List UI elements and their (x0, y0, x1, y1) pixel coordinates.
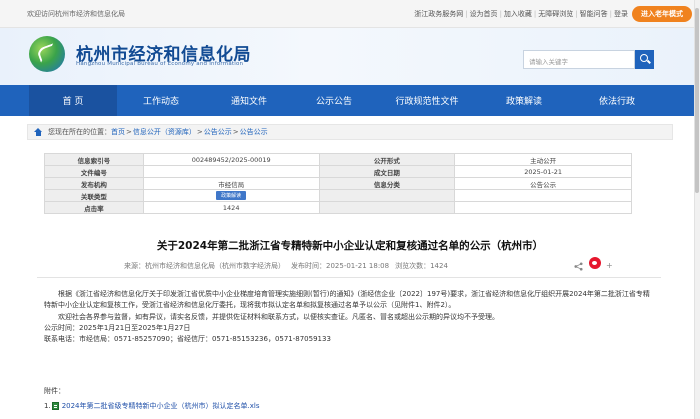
article-paragraph: 联系电话：市经信局：0571-85257090；省经信厅：0571-851532… (44, 335, 331, 344)
info-key: 成文日期 (318, 165, 456, 178)
search-input[interactable]: 请输入关键字 (523, 50, 635, 69)
breadcrumb-separator: > (196, 128, 203, 136)
excel-file-icon (51, 402, 59, 410)
article-paragraph: 公示时间：2025年1月21日至2025年1月27日 (44, 323, 191, 332)
more-share-icon[interactable]: + (606, 262, 613, 270)
breadcrumb-label: 您现在所在的位置： (48, 128, 111, 136)
info-key: 公开形式 (318, 153, 456, 166)
info-key: 发布机构 (44, 177, 144, 190)
nav-home[interactable]: 首 页 (29, 85, 117, 116)
attachment-item: 1. 2024年第二批省级专精特新中小企业（杭州市）拟认定名单.xls (44, 401, 259, 411)
site-subtitle: Hangzhou Municipal Bureau of Economy and… (76, 61, 244, 67)
link-smart-qa[interactable]: 智能问答 (580, 9, 608, 19)
nav-normative-docs[interactable]: 行政规范性文件 (375, 85, 479, 116)
divider (37, 277, 661, 278)
nav-notices[interactable]: 通知文件 (205, 85, 293, 116)
info-value: 政策解读 (142, 189, 320, 202)
table-row: 文件编号 成文日期 2025-01-21 (44, 165, 632, 178)
info-key: 信息索引号 (44, 153, 144, 166)
article-paragraph: 欢迎社会各界参与监督，如有异议，请实名反馈，并提供佐证材料和联系方式，以便核实查… (58, 312, 499, 321)
info-key: 信息分类 (318, 177, 456, 190)
article-title: 关于2024年第二批浙江省专精特新中小企业认定和复核通过名单的公示（杭州市） (156, 240, 544, 252)
article-paragraph: 根据《浙江省经济和信息化厅关于印发浙江省优质中小企业梯度培育管理实施细则(暂行)… (44, 290, 650, 310)
table-row: 发布机构 市经信局 信息分类 公告公示 (44, 177, 632, 190)
home-icon (34, 128, 42, 136)
search-icon-handle (647, 59, 651, 64)
article-meta: 来源：杭州市经济和信息化局（杭州市数字经济局） 发布时间：2025-01-21 … (124, 261, 448, 271)
scrollbar[interactable] (694, 0, 700, 419)
info-value: 1424 (142, 201, 320, 214)
info-key: 关联类型 (44, 189, 144, 202)
article-source: 来源：杭州市经济和信息化局（杭州市数字经济局） (124, 262, 285, 270)
link-add-favorite[interactable]: 加入收藏 (504, 9, 532, 19)
policy-interpretation-tag-button[interactable]: 政策解读 (216, 191, 247, 200)
info-value: 市经信局 (142, 177, 320, 190)
share-icon[interactable] (574, 262, 583, 271)
nav-policy-interpretation[interactable]: 政策解读 (479, 85, 569, 116)
nav-law-administration[interactable]: 依法行政 (569, 85, 665, 116)
top-utility-bar: 欢迎访问杭州市经济和信息化局 浙江政务服务网 | 设为首页 | 加入收藏 | 无… (0, 0, 700, 28)
top-links: 浙江政务服务网 | 设为首页 | 加入收藏 | 无障碍浏览 | 智能问答 | 登… (414, 5, 692, 22)
divider: | (609, 9, 612, 18)
info-table: 信息索引号 002489452/2025-00019 公开形式 主动公开 文件编… (44, 153, 632, 214)
info-key: 文件编号 (44, 165, 144, 178)
main-nav: 首 页 工作动态 通知文件 公示公告 行政规范性文件 政策解读 依法行政 (0, 85, 700, 116)
info-value (454, 189, 632, 202)
breadcrumb-separator: > (232, 128, 239, 136)
scrollbar-thumb[interactable] (695, 8, 699, 193)
link-set-homepage[interactable]: 设为首页 (470, 9, 498, 19)
breadcrumb-announcements-current[interactable]: 公告公示 (240, 127, 268, 137)
divider: | (533, 9, 537, 18)
info-value: 002489452/2025-00019 (142, 153, 320, 166)
article-body: 根据《浙江省经济和信息化厅关于印发浙江省优质中小企业梯度培育管理实施细则(暂行)… (44, 289, 654, 345)
info-key: 点击率 (44, 201, 144, 214)
breadcrumb-home[interactable]: 首页 (111, 127, 125, 137)
link-login[interactable]: 登录 (614, 9, 628, 19)
nav-announcements[interactable]: 公示公告 (293, 85, 375, 116)
site-logo-icon[interactable] (29, 36, 65, 72)
link-zhejiang-gov-service[interactable]: 浙江政务服务网 (414, 9, 463, 19)
breadcrumb-announcements[interactable]: 公告公示 (204, 127, 232, 137)
article-view-count: 浏览次数：1424 (395, 262, 448, 270)
info-key (318, 201, 456, 214)
attachment-index: 1. (44, 402, 51, 410)
breadcrumb-separator: > (126, 128, 132, 136)
nav-work-news[interactable]: 工作动态 (117, 85, 205, 116)
info-key (318, 189, 456, 202)
info-value (454, 201, 632, 214)
breadcrumb-info-open[interactable]: 信息公开（资源库） (133, 127, 196, 137)
attachments-label: 附件： (44, 387, 65, 395)
info-value: 主动公开 (454, 153, 632, 166)
table-row: 信息索引号 002489452/2025-00019 公开形式 主动公开 (44, 153, 632, 166)
divider: | (575, 9, 578, 18)
link-accessibility[interactable]: 无障碍浏览 (538, 9, 573, 19)
page: 欢迎访问杭州市经济和信息化局 浙江政务服务网 | 设为首页 | 加入收藏 | 无… (0, 0, 700, 419)
table-row: 关联类型 政策解读 (44, 189, 632, 202)
weibo-share-icon[interactable] (589, 257, 601, 269)
divider: | (465, 9, 468, 18)
welcome-text: 欢迎访问杭州市经济和信息化局 (27, 9, 125, 18)
attachment-link[interactable]: 2024年第二批省级专精特新中小企业（杭州市）拟认定名单.xls (62, 401, 260, 411)
divider: | (499, 9, 502, 18)
info-value (142, 165, 320, 178)
article-publish-time: 发布时间：2025-01-21 18:08 (291, 262, 390, 270)
search-button[interactable] (635, 50, 654, 69)
info-value: 2025-01-21 (454, 165, 632, 178)
breadcrumb: 您现在所在的位置： 首页 > 信息公开（资源库） > 公告公示 > 公告公示 (27, 124, 673, 140)
elder-mode-button[interactable]: 进入老年模式 (632, 5, 692, 22)
table-row: 点击率 1424 (44, 201, 632, 214)
info-value: 公告公示 (454, 177, 632, 190)
